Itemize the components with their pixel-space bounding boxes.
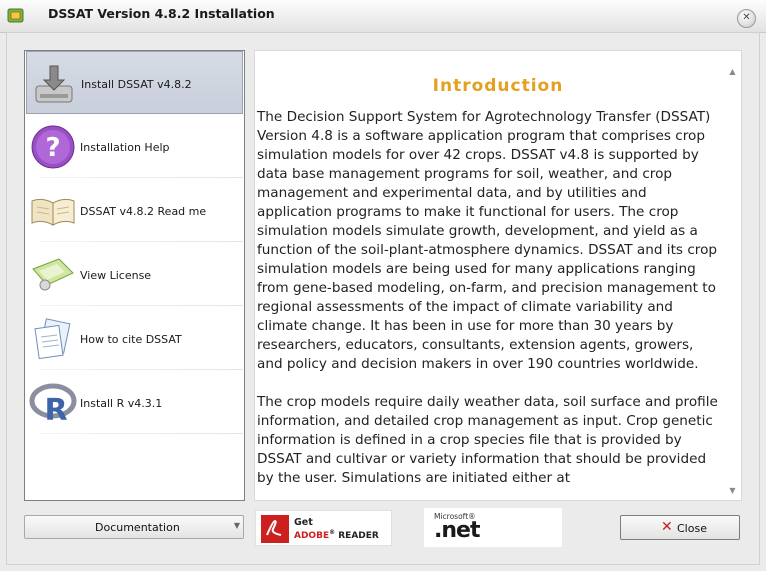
open-book-icon [31, 198, 75, 226]
documents-icon [34, 318, 71, 360]
sidebar-item-installation-help[interactable]: ? Installation Help [26, 115, 243, 178]
r-logo-icon: R [29, 383, 77, 427]
sidebar-item-label: Installation Help [80, 141, 170, 154]
sidebar-item-label: Install R v4.3.1 [80, 397, 163, 410]
content-title: Introduction [432, 76, 564, 96]
sidebar-item-install-dssat[interactable]: Install DSSAT v4.8.2 [26, 51, 243, 114]
documentation-label: Documentation [95, 521, 180, 534]
close-x-icon: ✕ [661, 519, 673, 535]
separator [40, 433, 243, 434]
adobe-reader-text: ADOBE® READER [294, 529, 379, 541]
net-label: .net [434, 518, 480, 543]
sidebar: Install DSSAT v4.8.2 ? Installation Help… [24, 50, 245, 501]
content-body: The Decision Support System for Agrotech… [257, 108, 723, 500]
sidebar-item-view-license[interactable]: View License [26, 243, 243, 306]
adobe-reader-badge[interactable]: Get ADOBE® READER [255, 510, 392, 546]
sidebar-item-label: View License [80, 269, 152, 282]
window-close-icon[interactable]: ✕ [737, 9, 756, 28]
separator [40, 369, 243, 370]
scroll-down-icon[interactable]: ▼ [728, 487, 737, 495]
adobe-reader-icon [261, 515, 289, 543]
title-bar: DSSAT Version 4.8.2 Installation ✕ [0, 0, 766, 33]
chevron-down-icon: ▼ [233, 521, 240, 530]
microsoft-net-logo: Microsoft® .net [424, 508, 562, 547]
sidebar-item-label: How to cite DSSAT [80, 333, 182, 346]
svg-text:?: ? [45, 133, 60, 163]
sidebar-item-install-r[interactable]: R Install R v4.3.1 [26, 371, 243, 434]
adobe-get-text: Get [294, 517, 313, 528]
window-title: DSSAT Version 4.8.2 Installation [48, 6, 275, 21]
separator [40, 241, 243, 242]
sidebar-item-label: DSSAT v4.8.2 Read me [80, 205, 207, 218]
sidebar-item-how-to-cite[interactable]: How to cite DSSAT [26, 307, 243, 370]
scroll-up-icon[interactable]: ▲ [728, 68, 737, 76]
close-label: Close [677, 522, 707, 535]
license-certificate-icon [32, 258, 74, 291]
sidebar-item-label: Install DSSAT v4.8.2 [81, 78, 192, 91]
content-panel[interactable]: Introduction The Decision Support System… [254, 50, 742, 501]
documentation-dropdown-button[interactable]: Documentation ▼ [24, 515, 244, 539]
app-icon [7, 8, 24, 23]
separator [40, 177, 243, 178]
separator [40, 305, 243, 306]
svg-text:R: R [44, 393, 67, 427]
close-button[interactable]: ✕ Close [620, 515, 740, 540]
help-question-icon: ? [31, 125, 75, 169]
install-disk-icon [35, 65, 73, 103]
paragraph: The crop models require daily weather da… [257, 394, 718, 486]
sidebar-item-readme[interactable]: DSSAT v4.8.2 Read me [26, 179, 243, 242]
paragraph: The Decision Support System for Agrotech… [257, 109, 718, 372]
